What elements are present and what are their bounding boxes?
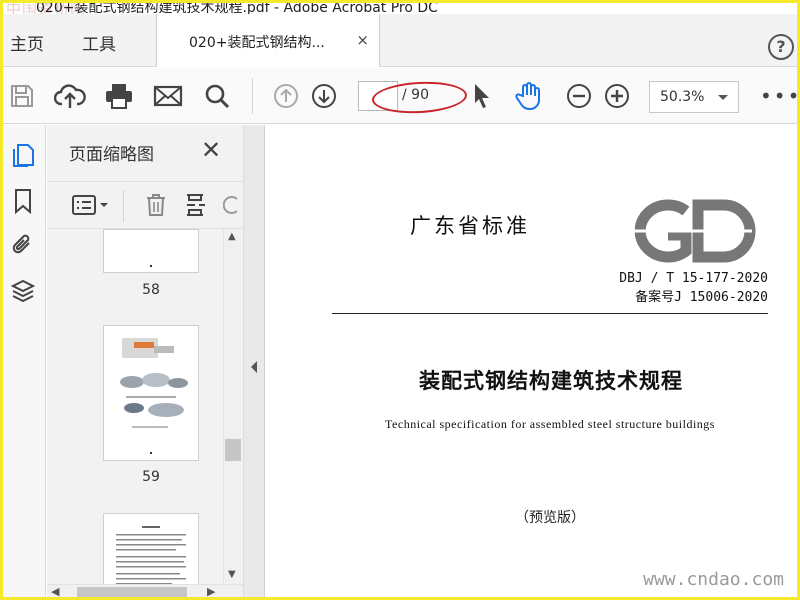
search-icon[interactable] (201, 80, 233, 112)
page-thumbnails-icon[interactable] (9, 141, 37, 169)
email-icon[interactable] (152, 80, 184, 112)
document-title-cn: 装配式钢结构建筑技术规程 (419, 368, 683, 393)
standard-heading: 广东省标准 (410, 214, 530, 238)
zoom-value: 50.3% (660, 89, 705, 105)
page-number-label: 59 (142, 469, 160, 485)
preview-label: （预览版） (515, 510, 585, 526)
tab-tools[interactable]: 工具 (82, 30, 116, 55)
page-thumbnail[interactable] (103, 229, 199, 273)
panel-toolbar (47, 181, 243, 229)
hand-tool-icon[interactable] (513, 80, 545, 112)
page-number-label: 58 (142, 282, 160, 298)
rotate-icon[interactable] (223, 190, 243, 220)
scrollbar-thumb[interactable] (77, 587, 187, 599)
page-thumbnail[interactable] (103, 513, 199, 584)
layers-icon[interactable] (9, 277, 37, 305)
upload-cloud-icon[interactable] (54, 80, 86, 112)
previous-page-icon[interactable] (270, 80, 302, 112)
close-panel-icon[interactable]: ✕ (201, 136, 221, 164)
print-icon[interactable] (103, 80, 135, 112)
scroll-left-icon[interactable]: ◀ (51, 585, 59, 598)
thumbnail-horizontal-scrollbar[interactable]: ◀ ▶ (47, 584, 243, 600)
site-watermark-footer: www.cndao.com (643, 569, 784, 590)
window-title: 020+装配式钢结构建筑技术规程.pdf - Adobe Acrobat Pro… (36, 0, 438, 14)
scroll-right-icon[interactable]: ▶ (207, 585, 215, 598)
toolbar-divider (252, 78, 253, 114)
scroll-down-icon[interactable]: ▼ (228, 569, 236, 580)
more-options-icon[interactable]: ••• (760, 86, 800, 106)
extract-pages-icon[interactable] (183, 190, 209, 220)
panel-toolbar-divider (123, 190, 124, 222)
header-rule (332, 313, 768, 314)
delete-icon[interactable] (143, 190, 169, 220)
zoom-out-icon[interactable] (563, 80, 595, 112)
chevron-down-icon (718, 95, 728, 100)
document-tab-label: 020+装配式钢结构... (189, 35, 325, 51)
help-icon[interactable]: ? (768, 34, 794, 60)
bookmark-icon[interactable] (9, 187, 37, 215)
panel-collapse-handle[interactable] (243, 125, 265, 600)
select-cursor-icon[interactable] (466, 80, 498, 112)
thumbnail-list: 58 59 (47, 229, 223, 584)
scroll-up-icon[interactable]: ▲ (228, 231, 236, 242)
document-title-en: Technical specification for assembled st… (385, 417, 715, 431)
tab-document[interactable]: 020+装配式钢结构... × (157, 14, 380, 67)
tab-bar: 主页 工具 020+装配式钢结构... × ? (0, 14, 800, 67)
left-rail (0, 125, 46, 600)
attachment-icon[interactable] (9, 231, 37, 259)
thumbnail-vertical-scrollbar[interactable]: ▲ ▼ (223, 229, 241, 584)
toolbar: / 90 50.3% ••• (0, 68, 800, 124)
standard-code-block: DBJ / T 15-177-2020 备案号J 15006-2020 (619, 269, 768, 307)
zoom-select[interactable]: 50.3% (649, 81, 739, 113)
panel-title: 页面缩略图 (69, 145, 154, 165)
record-number: 备案号J 15006-2020 (635, 290, 768, 305)
zoom-in-icon[interactable] (601, 80, 633, 112)
scrollbar-thumb[interactable] (225, 439, 241, 461)
tab-home[interactable]: 主页 (10, 30, 44, 55)
page-thumbnail[interactable] (103, 325, 199, 461)
title-bar: 中国道桥网 020+装配式钢结构建筑技术规程.pdf - Adobe Acrob… (0, 0, 800, 14)
collapse-arrow-icon[interactable] (251, 361, 257, 373)
next-page-icon[interactable] (308, 80, 340, 112)
standard-code: DBJ / T 15-177-2020 (619, 271, 768, 286)
save-icon[interactable] (6, 80, 38, 112)
close-tab-icon[interactable]: × (356, 31, 369, 49)
document-viewer: 广东省标准 DBJ / T 15-177-2020 备案号J 15006-202… (266, 125, 800, 600)
thumbnails-panel: 页面缩略图 ✕ 58 59 ▲ ▼ ◀ ▶ (47, 125, 243, 600)
gd-logo-icon (632, 199, 756, 263)
thumbnail-options-icon[interactable] (71, 190, 111, 220)
